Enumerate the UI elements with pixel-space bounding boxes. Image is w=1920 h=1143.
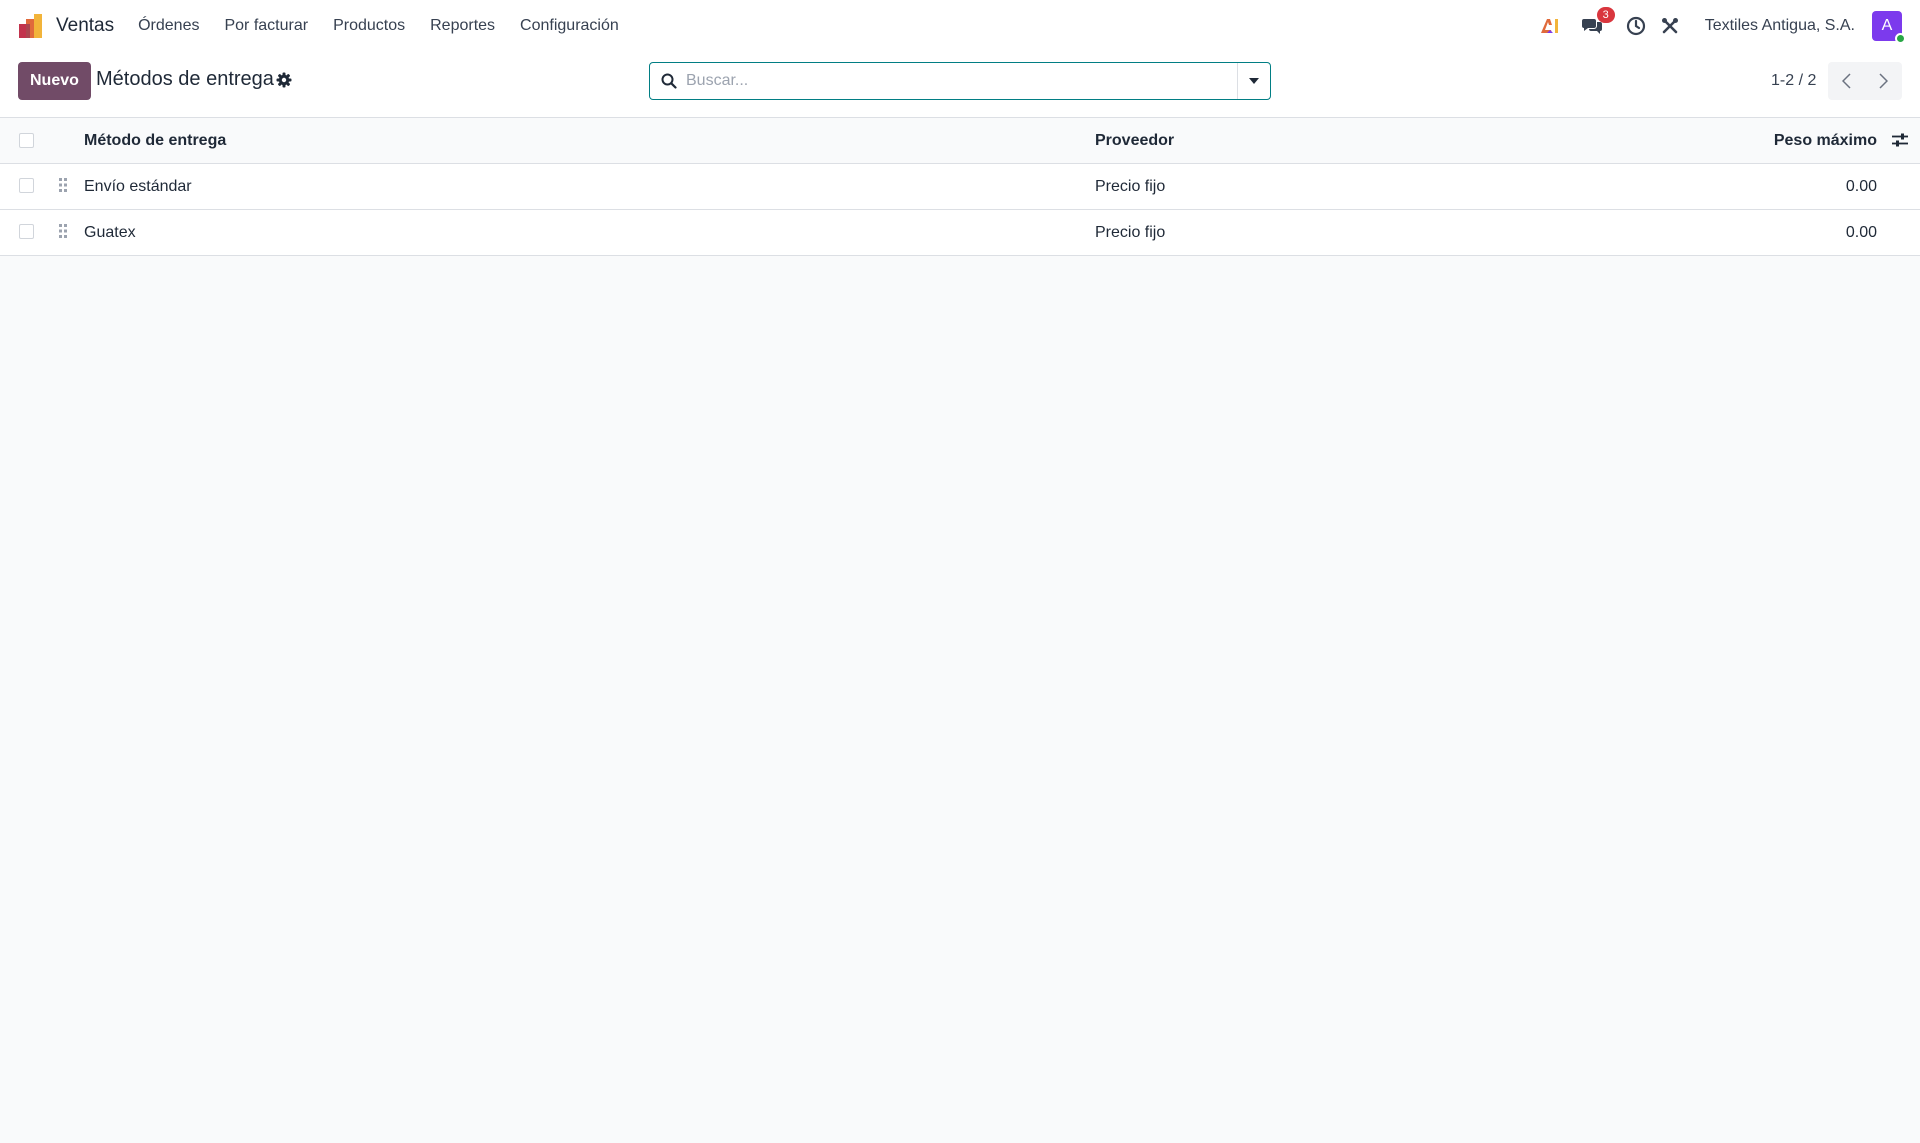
cell-delivery-method: Guatex [84, 224, 136, 241]
cell-max-weight: 0.00 [1845, 178, 1877, 195]
user-avatar[interactable]: A [1872, 11, 1906, 44]
sales-app-icon [19, 14, 42, 38]
ai-assistant-icon[interactable] [1539, 17, 1561, 35]
top-navbar: Ventas Órdenes Por facturar Productos Re… [0, 0, 1920, 52]
table-row[interactable]: Envío estándar Precio fijo 0.00 [0, 164, 1920, 210]
control-panel: Nuevo Métodos de entrega 1 [0, 52, 1920, 118]
table-header: Método de entrega Proveedor Peso máximo [0, 118, 1920, 164]
page-title: Métodos de entrega [96, 68, 274, 90]
menu-item-configuracion[interactable]: Configuración [520, 17, 619, 35]
company-switcher[interactable]: Textiles Antigua, S.A. [1705, 17, 1855, 35]
messages-icon[interactable]: 3 [1581, 7, 1615, 36]
app-name: Ventas [56, 15, 115, 36]
row-checkbox[interactable] [19, 224, 34, 239]
cell-provider: Precio fijo [1095, 224, 1166, 241]
gear-icon[interactable] [276, 72, 292, 93]
menu-item-productos[interactable]: Productos [333, 17, 405, 35]
messages-count-badge: 3 [1596, 7, 1615, 23]
chevron-left-icon [1842, 73, 1851, 89]
row-checkbox[interactable] [19, 178, 34, 193]
app-brand[interactable]: Ventas [18, 13, 114, 39]
search-icon [661, 73, 677, 89]
select-all-checkbox[interactable] [19, 133, 34, 148]
new-button[interactable]: Nuevo [18, 62, 91, 100]
activity-clock-icon[interactable] [1626, 16, 1646, 36]
menu-item-ordenes[interactable]: Órdenes [138, 17, 199, 35]
search-bar [649, 62, 1271, 100]
optional-columns-toggle-icon[interactable] [1892, 133, 1908, 152]
pager-next-button[interactable] [1865, 62, 1902, 100]
search-input[interactable] [686, 63, 1237, 99]
cell-max-weight: 0.00 [1845, 224, 1877, 241]
column-header-max-weight[interactable]: Peso máximo [1774, 132, 1877, 150]
column-header-provider[interactable]: Proveedor [1095, 132, 1174, 150]
table-row[interactable]: Guatex Precio fijo 0.00 [0, 210, 1920, 256]
avatar-initial: A [1881, 17, 1893, 34]
delivery-methods-table: Método de entrega Proveedor Peso máximo … [0, 118, 1920, 256]
column-header-delivery-method[interactable]: Método de entrega [84, 132, 226, 150]
navbar-systray: 3 Textiles Antigua, S.A. A [1539, 7, 1906, 44]
chevron-right-icon [1879, 73, 1888, 89]
cell-delivery-method: Envío estándar [84, 178, 192, 195]
search-options-toggle[interactable] [1237, 63, 1270, 99]
pager-value[interactable]: 1-2 / 2 [1771, 72, 1816, 90]
drag-handle-icon[interactable] [59, 178, 67, 197]
debug-tools-icon[interactable] [1661, 17, 1679, 35]
drag-handle-icon[interactable] [59, 224, 67, 243]
main-menu: Órdenes Por facturar Productos Reportes … [138, 17, 644, 35]
cell-provider: Precio fijo [1095, 178, 1166, 195]
presence-status-dot [1895, 33, 1906, 44]
menu-item-reportes[interactable]: Reportes [430, 17, 495, 35]
pager-previous-button[interactable] [1828, 62, 1865, 100]
menu-item-por-facturar[interactable]: Por facturar [224, 17, 308, 35]
caret-down-icon [1249, 78, 1259, 84]
